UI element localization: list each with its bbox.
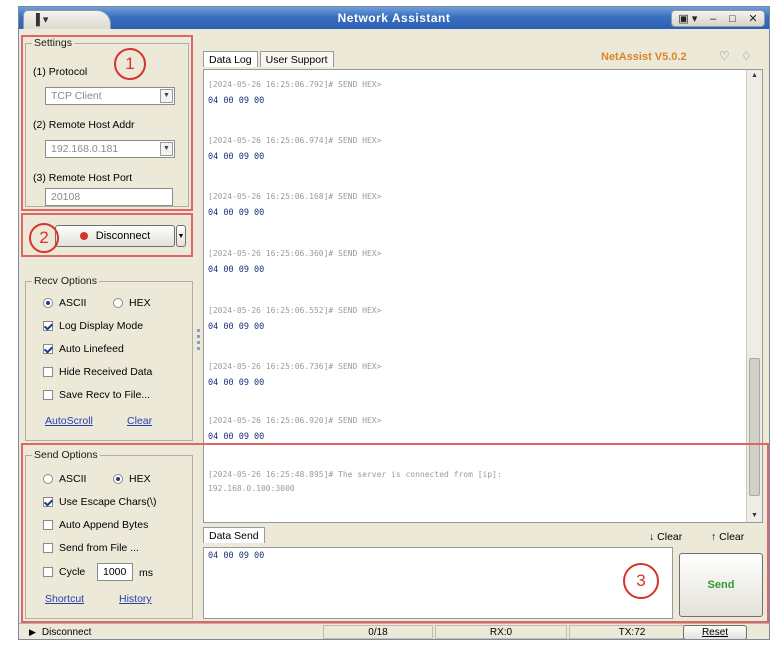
send-ascii-radio[interactable]: ASCII <box>43 473 86 485</box>
log-entry: [2024-05-26 16:25:06.792]# SEND HEX> 04 … <box>208 80 382 106</box>
scroll-down-icon[interactable]: ▼ <box>747 510 762 522</box>
recv-hex-radio[interactable]: HEX <box>113 297 151 309</box>
settings-title: Settings <box>32 37 74 49</box>
log-entry: [2024-05-26 16:25:06.552]# SEND HEX> 04 … <box>208 306 382 332</box>
cycle-interval-value: 1000 <box>103 566 127 578</box>
annotation-marker-3: 3 <box>623 563 659 599</box>
annotation-marker-1: 1 <box>114 48 146 80</box>
tab-data-send[interactable]: Data Send <box>203 527 265 543</box>
scroll-up-icon[interactable]: ▲ <box>747 70 762 82</box>
window-menu-icon[interactable]: ▣ ▾ <box>678 12 697 26</box>
tab-user-support[interactable]: User Support <box>259 51 334 67</box>
protocol-label: (1) Protocol <box>33 66 88 78</box>
data-send-content: 04 00 09 00 <box>208 551 265 561</box>
network-assistant-window: ▐ ▾ Network Assistant ▣ ▾ – □ ✕ Settings… <box>18 6 770 640</box>
disconnect-button[interactable]: Disconnect <box>55 225 175 247</box>
main-tabs: Data Log User Support <box>203 51 336 67</box>
status-icon: ▶ <box>29 626 36 637</box>
radio-icon[interactable] <box>43 298 53 308</box>
auto-append-checkbox[interactable]: Auto Append Bytes <box>43 519 148 531</box>
clear-history-button[interactable]: ↑ Clear <box>711 531 744 543</box>
send-hex-radio[interactable]: HEX <box>113 473 151 485</box>
send-button-label: Send <box>707 579 735 591</box>
disconnect-button-label: Disconnect <box>95 230 151 242</box>
log-entry: [2024-05-26 16:25:06.974]# SEND HEX> 04 … <box>208 136 382 162</box>
log-display-mode-checkbox[interactable]: Log Display Mode <box>43 320 143 332</box>
close-icon[interactable]: ✕ <box>748 12 757 26</box>
cycle-interval-input[interactable]: 1000 <box>97 563 133 581</box>
log-scrollbar[interactable]: ▲ ▼ <box>746 70 762 522</box>
checkbox-icon[interactable] <box>43 567 53 577</box>
checkbox-icon[interactable] <box>43 520 53 530</box>
auto-linefeed-checkbox[interactable]: Auto Linefeed <box>43 343 124 355</box>
log-entry: [2024-05-26 16:25:06.736]# SEND HEX> 04 … <box>208 362 382 388</box>
checkbox-icon[interactable] <box>43 321 53 331</box>
save-recv-checkbox[interactable]: Save Recv to File... <box>43 389 150 401</box>
reset-button[interactable]: Reset <box>683 625 747 639</box>
protocol-value: TCP Client <box>51 90 102 102</box>
tx-counter: TX:72 <box>569 625 695 639</box>
radio-icon[interactable] <box>43 474 53 484</box>
send-button[interactable]: Send <box>679 553 763 617</box>
host-addr-label: (2) Remote Host Addr <box>33 119 135 131</box>
radio-icon[interactable] <box>113 474 123 484</box>
counter-status: 0/18 <box>323 625 433 639</box>
rx-counter: RX:0 <box>435 625 567 639</box>
clear-send-button[interactable]: ↓ Clear <box>649 531 682 543</box>
connected-message: [2024-05-26 16:25:48.895]# The server is… <box>208 470 502 493</box>
recv-clear-link[interactable]: Clear <box>127 415 152 427</box>
chevron-down-icon[interactable]: ▼ <box>160 89 173 103</box>
clear-icon: ↓ <box>649 531 658 543</box>
log-entry: [2024-05-26 16:25:06.360]# SEND HEX> 04 … <box>208 249 382 275</box>
host-port-value: 20108 <box>51 191 81 203</box>
radio-icon[interactable] <box>113 298 123 308</box>
version-label: NetAssist V5.0.2 <box>601 51 687 63</box>
window-controls: ▣ ▾ – □ ✕ <box>671 10 765 27</box>
protocol-select[interactable]: TCP Client ▼ <box>45 87 175 105</box>
connection-state-icon <box>79 232 88 240</box>
checkbox-icon[interactable] <box>43 497 53 507</box>
log-entry: [2024-05-26 16:25:06.168]# SEND HEX> 04 … <box>208 192 382 218</box>
window-title: Network Assistant <box>337 11 451 25</box>
history-link[interactable]: History <box>119 593 152 605</box>
host-addr-value: 192.168.0.181 <box>51 143 119 155</box>
tab-data-log[interactable]: Data Log <box>203 51 258 67</box>
cycle-checkbox[interactable]: Cycle <box>43 566 85 578</box>
data-send-input[interactable]: 04 00 09 00 <box>203 547 673 619</box>
host-port-input[interactable]: 20108 <box>45 188 173 206</box>
hide-received-checkbox[interactable]: Hide Received Data <box>43 366 152 378</box>
shortcut-link[interactable]: Shortcut <box>45 593 84 605</box>
minimize-icon[interactable]: – <box>710 12 716 26</box>
recv-options-title: Recv Options <box>32 275 100 287</box>
chevron-down-icon[interactable]: ▼ <box>160 142 173 156</box>
send-options-title: Send Options <box>32 449 100 461</box>
status-bar: ▶ Disconnect 0/18 RX:0 TX:72 Reset <box>19 623 769 639</box>
checkbox-icon[interactable] <box>43 543 53 553</box>
data-log-area[interactable]: [2024-05-26 16:25:06.792]# SEND HEX> 04 … <box>203 69 763 523</box>
checkbox-icon[interactable] <box>43 390 53 400</box>
auto-scroll-link[interactable]: AutoScroll <box>45 415 93 427</box>
scrollbar-thumb[interactable] <box>749 358 760 496</box>
host-addr-select[interactable]: 192.168.0.181 ▼ <box>45 140 175 158</box>
title-bar: ▐ ▾ Network Assistant ▣ ▾ – □ ✕ <box>19 7 769 29</box>
use-escape-checkbox[interactable]: Use Escape Chars(\) <box>43 496 156 508</box>
bell-icon[interactable]: ♢ <box>741 49 752 63</box>
host-port-label: (3) Remote Host Port <box>33 172 133 184</box>
checkbox-icon[interactable] <box>43 344 53 354</box>
annotation-marker-2: 2 <box>29 223 59 253</box>
data-send-tabs: Data Send <box>203 527 267 543</box>
recv-ascii-radio[interactable]: ASCII <box>43 297 86 309</box>
log-entry: [2024-05-26 16:25:06.920]# SEND HEX> 04 … <box>208 416 382 442</box>
maximize-icon[interactable]: □ <box>729 12 736 26</box>
heart-icon[interactable]: ♡ <box>719 49 730 63</box>
checkbox-icon[interactable] <box>43 367 53 377</box>
connection-status: ▶ Disconnect <box>29 626 92 638</box>
connect-options-dropdown[interactable]: ▼ <box>176 225 186 247</box>
clear-icon: ↑ <box>711 531 720 543</box>
send-from-file-checkbox[interactable]: Send from File ... <box>43 542 139 554</box>
cycle-unit: ms <box>139 567 153 579</box>
panel-splitter[interactable] <box>196 279 202 424</box>
